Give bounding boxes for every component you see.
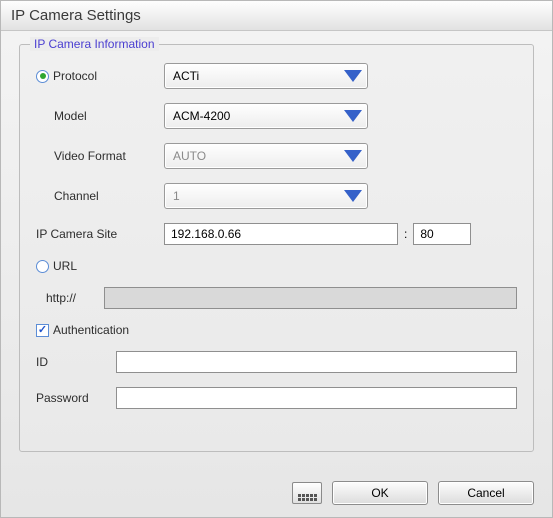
- url-radio[interactable]: [36, 260, 49, 273]
- channel-combo[interactable]: 1: [164, 183, 368, 209]
- password-input[interactable]: [116, 387, 517, 409]
- chevron-down-icon: [343, 187, 363, 205]
- model-combo-value: ACM-4200: [173, 109, 343, 123]
- window-title: IP Camera Settings: [1, 1, 552, 31]
- auth-row: Authentication: [36, 323, 517, 337]
- cancel-button[interactable]: Cancel: [438, 481, 534, 505]
- channel-row: Channel 1: [36, 183, 517, 209]
- protocol-combo-value: ACTi: [173, 69, 343, 83]
- protocol-radio[interactable]: [36, 70, 49, 83]
- port-separator: :: [404, 227, 407, 241]
- button-row: OK Cancel: [292, 481, 534, 505]
- url-label: URL: [53, 259, 77, 273]
- ip-site-row: IP Camera Site :: [36, 223, 517, 245]
- ip-address-input[interactable]: [164, 223, 398, 245]
- video-format-label: Video Format: [54, 149, 164, 163]
- chevron-down-icon: [343, 67, 363, 85]
- id-label: ID: [36, 355, 116, 369]
- video-format-row: Video Format AUTO: [36, 143, 517, 169]
- settings-window: IP Camera Settings IP Camera Information…: [0, 0, 553, 518]
- id-row: ID: [36, 351, 517, 373]
- auth-label-col: Authentication: [36, 323, 129, 337]
- ok-button[interactable]: OK: [332, 481, 428, 505]
- model-label: Model: [54, 109, 164, 123]
- protocol-combo[interactable]: ACTi: [164, 63, 368, 89]
- ip-site-label: IP Camera Site: [36, 227, 164, 241]
- virtual-keyboard-icon[interactable]: [292, 482, 322, 504]
- authentication-checkbox[interactable]: [36, 324, 49, 337]
- model-combo[interactable]: ACM-4200: [164, 103, 368, 129]
- authentication-label: Authentication: [53, 323, 129, 337]
- channel-combo-value: 1: [173, 189, 343, 203]
- chevron-down-icon: [343, 147, 363, 165]
- password-label: Password: [36, 391, 116, 405]
- video-format-combo[interactable]: AUTO: [164, 143, 368, 169]
- http-row: http://: [46, 287, 517, 309]
- port-input[interactable]: [413, 223, 471, 245]
- http-prefix-label: http://: [46, 291, 96, 305]
- password-row: Password: [36, 387, 517, 409]
- content-area: IP Camera Information Protocol ACTi Mode…: [1, 31, 552, 462]
- url-input: [104, 287, 517, 309]
- video-format-combo-value: AUTO: [173, 149, 343, 163]
- chevron-down-icon: [343, 107, 363, 125]
- protocol-row: Protocol ACTi: [36, 63, 517, 89]
- protocol-label: Protocol: [53, 69, 97, 83]
- group-legend: IP Camera Information: [30, 37, 159, 51]
- ip-camera-information-group: IP Camera Information Protocol ACTi Mode…: [19, 44, 534, 452]
- url-label-col: URL: [36, 259, 164, 273]
- model-row: Model ACM-4200: [36, 103, 517, 129]
- channel-label: Channel: [54, 189, 164, 203]
- id-input[interactable]: [116, 351, 517, 373]
- protocol-label-col: Protocol: [36, 69, 164, 83]
- url-row: URL: [36, 259, 517, 273]
